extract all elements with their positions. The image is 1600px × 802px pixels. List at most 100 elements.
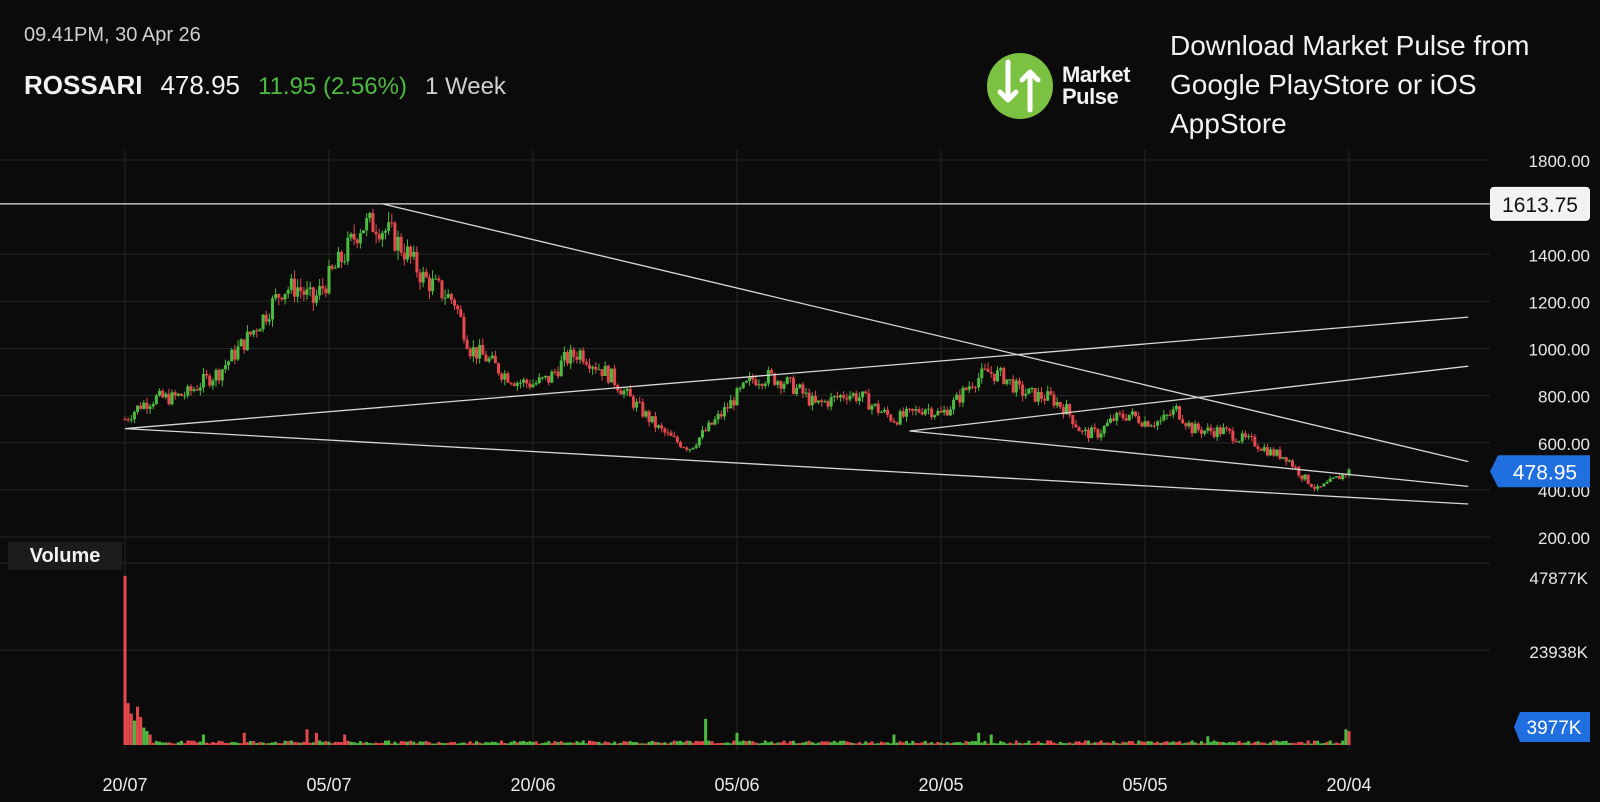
candle-body [1250,435,1254,437]
volume-bar [186,740,190,745]
candle-body [1030,388,1034,390]
volume-bar [333,741,337,745]
candle-body [424,271,428,278]
volume-bar [685,740,689,745]
price-chart[interactable]: 1800.00 1400.00 1200.00 1000.00 800.00 600.00… [0,0,1600,802]
volume-bar [1228,741,1232,745]
volume-bar [154,740,158,745]
candle-body [1237,441,1241,443]
volume-bar [471,743,475,745]
candle-body [421,271,425,283]
volume-bar [405,741,409,745]
candle-body [261,314,265,330]
candle-body [1168,414,1172,416]
volume-bar [1181,743,1185,745]
volume-bar [1306,740,1310,745]
volume-bar [779,742,783,745]
candle-body [1143,421,1147,427]
volume-bar [726,742,730,745]
candle-body [1156,421,1160,426]
volume-bar [440,742,444,745]
volume-bar [995,743,999,745]
volume-bar [531,741,535,745]
candle-body [349,233,353,238]
candle-body [1240,433,1244,442]
candle-body [167,393,171,405]
volume-bar [710,741,714,745]
volume-bar [945,742,949,745]
candle-body [183,395,187,397]
candle-body [1024,393,1028,396]
candle-body [255,330,259,332]
candle-body [227,361,231,366]
volume-bar [132,720,136,745]
candle-body [456,305,460,310]
volume-bar [1269,742,1273,745]
volume-bar [525,741,529,745]
volume-bar [371,743,375,745]
candle-body [440,280,444,298]
volume-bar [942,743,946,745]
volume-bar [176,742,180,745]
candle-body [239,339,243,347]
volume-bar [374,742,378,745]
volume-bar [1184,742,1188,745]
candle-body [553,371,557,373]
volume-bar [1303,743,1307,745]
volume-bar [616,743,620,745]
candle-body [1253,436,1257,447]
candle-body [321,286,325,289]
candle-body [230,349,234,362]
volume-bar [1017,742,1021,745]
candle-body [1105,422,1109,427]
volume-bar [782,740,786,745]
candle-body [475,347,479,359]
x-tick-label: 20/07 [102,775,147,795]
volume-bar [861,743,865,745]
volume-bar [832,740,836,745]
volume-bar [255,743,259,745]
volume-bar [763,740,767,745]
volume-bar [1162,741,1166,745]
candle-body [732,400,736,406]
candle-body [465,339,469,349]
candle-body [967,386,971,390]
volume-bar [286,741,290,745]
volume-bar [1319,743,1323,745]
candle-body [481,345,485,355]
candle-body [1159,420,1163,422]
volume-bar [258,742,262,745]
candle-body [1272,449,1276,456]
volume-bar [1033,743,1037,745]
volume-bar [870,741,874,745]
candle-body [484,354,488,362]
candle-body [431,278,435,292]
candle-body [340,251,344,262]
volume-bar [493,742,497,745]
candle-body [1218,427,1222,435]
volume-bar [1178,741,1182,745]
volume-bar [409,740,413,745]
candle-body [622,390,626,395]
volume-bar [1265,743,1269,745]
volume-bar [393,741,397,745]
candle-body [236,346,240,360]
volume-bar [635,742,639,745]
candle-body [343,261,347,263]
candle-body [1190,422,1194,434]
candle-body [1118,412,1122,414]
volume-bar [217,740,221,745]
volume-bar [989,734,993,745]
candle-body [318,286,322,296]
candle-body [829,397,833,407]
volume-bar [1156,741,1160,745]
volume-bar [1152,742,1156,745]
volume-bar [418,741,422,745]
volume-bar [587,740,591,745]
volume-bar [1312,740,1316,745]
volume-bar [314,732,318,745]
volume-bar [917,743,921,745]
candle-body [591,366,595,369]
candle-body [286,290,290,294]
candle-body [980,368,984,379]
